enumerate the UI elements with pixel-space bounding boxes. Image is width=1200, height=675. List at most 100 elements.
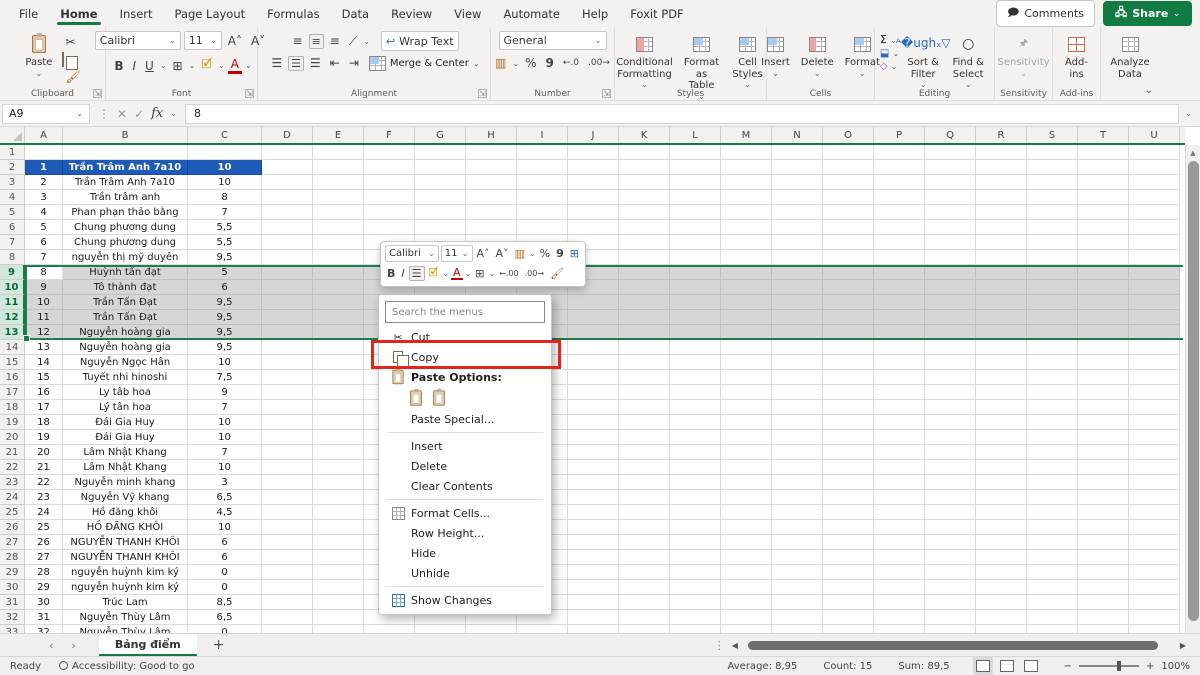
cell-E32[interactable] xyxy=(313,610,364,625)
menu-item-hide[interactable]: Hide xyxy=(381,543,549,563)
cell-A1[interactable] xyxy=(25,145,63,160)
decrease-indent-button[interactable]: ⇤ xyxy=(327,55,343,71)
cell-L28[interactable] xyxy=(670,550,721,565)
cell-H3[interactable] xyxy=(466,175,517,190)
cell-R19[interactable] xyxy=(976,415,1027,430)
cell-C13[interactable]: 9,5 xyxy=(188,325,262,340)
cell-G5[interactable] xyxy=(415,205,466,220)
cell-I3[interactable] xyxy=(517,175,568,190)
cell-Q15[interactable] xyxy=(925,355,976,370)
menu-item-clear-contents[interactable]: Clear Contents xyxy=(381,476,549,496)
zoom-slider[interactable] xyxy=(1079,665,1139,667)
cell-N22[interactable] xyxy=(772,460,823,475)
cell-T1[interactable] xyxy=(1078,145,1129,160)
cell-U14[interactable] xyxy=(1129,340,1180,355)
cell-E12[interactable] xyxy=(313,310,364,325)
cell-C8[interactable]: 9,5 xyxy=(188,250,262,265)
increase-indent-button[interactable]: ⇥ xyxy=(346,55,362,71)
cell-K13[interactable] xyxy=(619,325,670,340)
row-header-9[interactable]: 9 xyxy=(0,265,25,280)
cell-U8[interactable] xyxy=(1129,250,1180,265)
cell-C4[interactable]: 8 xyxy=(188,190,262,205)
column-header-O[interactable]: O xyxy=(823,127,874,143)
cell-H5[interactable] xyxy=(466,205,517,220)
cell-P30[interactable] xyxy=(874,580,925,595)
cell-N6[interactable] xyxy=(772,220,823,235)
cell-U18[interactable] xyxy=(1129,400,1180,415)
cell-D24[interactable] xyxy=(262,490,313,505)
cell-K3[interactable] xyxy=(619,175,670,190)
cell-D19[interactable] xyxy=(262,415,313,430)
cell-T17[interactable] xyxy=(1078,385,1129,400)
row-header-22[interactable]: 22 xyxy=(0,460,25,475)
cell-U13[interactable] xyxy=(1129,325,1180,340)
tab-foxit-pdf[interactable]: Foxit PDF xyxy=(619,2,694,26)
cell-M25[interactable] xyxy=(721,505,772,520)
mini-fill-color-button[interactable]: 🗹 xyxy=(427,264,441,283)
cell-P26[interactable] xyxy=(874,520,925,535)
cell-T27[interactable] xyxy=(1078,535,1129,550)
clear-button[interactable]: ◇ ⌄ xyxy=(880,61,899,72)
column-header-D[interactable]: D xyxy=(262,127,313,143)
cell-S22[interactable] xyxy=(1027,460,1078,475)
cell-S11[interactable] xyxy=(1027,295,1078,310)
orientation-button[interactable]: ⟋ xyxy=(346,33,360,50)
cell-T7[interactable] xyxy=(1078,235,1129,250)
cell-O30[interactable] xyxy=(823,580,874,595)
cell-A27[interactable]: 26 xyxy=(25,535,63,550)
cell-C2[interactable]: 10 xyxy=(188,160,262,175)
row-header-21[interactable]: 21 xyxy=(0,445,25,460)
cell-C31[interactable]: 8,5 xyxy=(188,595,262,610)
cell-Q12[interactable] xyxy=(925,310,976,325)
cell-M27[interactable] xyxy=(721,535,772,550)
cell-T3[interactable] xyxy=(1078,175,1129,190)
mini-decrease-font-button[interactable]: A˅ xyxy=(494,247,511,260)
cell-N32[interactable] xyxy=(772,610,823,625)
cell-C15[interactable]: 10 xyxy=(188,355,262,370)
cell-P13[interactable] xyxy=(874,325,925,340)
cell-F2[interactable] xyxy=(364,160,415,175)
cell-C5[interactable]: 7 xyxy=(188,205,262,220)
tab-file[interactable]: File xyxy=(8,2,49,26)
cell-E9[interactable] xyxy=(313,265,364,280)
cell-U15[interactable] xyxy=(1129,355,1180,370)
number-dialog-launcher[interactable]: ⇲ xyxy=(602,89,611,98)
cell-P19[interactable] xyxy=(874,415,925,430)
cell-L30[interactable] xyxy=(670,580,721,595)
cell-D14[interactable] xyxy=(262,340,313,355)
row-header-1[interactable]: 1 xyxy=(0,145,25,160)
cell-K26[interactable] xyxy=(619,520,670,535)
cell-Q6[interactable] xyxy=(925,220,976,235)
cell-K32[interactable] xyxy=(619,610,670,625)
cell-I6[interactable] xyxy=(517,220,568,235)
cell-S3[interactable] xyxy=(1027,175,1078,190)
next-sheet-icon[interactable]: › xyxy=(62,639,84,652)
cell-E31[interactable] xyxy=(313,595,364,610)
cell-D18[interactable] xyxy=(262,400,313,415)
row-header-4[interactable]: 4 xyxy=(0,190,25,205)
cell-D26[interactable] xyxy=(262,520,313,535)
cell-U10[interactable] xyxy=(1129,280,1180,295)
row-header-3[interactable]: 3 xyxy=(0,175,25,190)
cell-O29[interactable] xyxy=(823,565,874,580)
cell-P28[interactable] xyxy=(874,550,925,565)
cell-A20[interactable]: 19 xyxy=(25,430,63,445)
cell-J33[interactable] xyxy=(568,625,619,633)
cell-Q28[interactable] xyxy=(925,550,976,565)
cell-N20[interactable] xyxy=(772,430,823,445)
row-header-29[interactable]: 29 xyxy=(0,565,25,580)
cell-P20[interactable] xyxy=(874,430,925,445)
cell-P29[interactable] xyxy=(874,565,925,580)
cell-H2[interactable] xyxy=(466,160,517,175)
cell-J11[interactable] xyxy=(568,295,619,310)
cell-H4[interactable] xyxy=(466,190,517,205)
column-header-J[interactable]: J xyxy=(568,127,619,143)
cell-P11[interactable] xyxy=(874,295,925,310)
cell-R12[interactable] xyxy=(976,310,1027,325)
cell-B30[interactable]: nguyễn huỳnh kim ký xyxy=(63,580,188,595)
comma-style-button[interactable]: 9 xyxy=(543,55,557,71)
cell-N28[interactable] xyxy=(772,550,823,565)
cell-S5[interactable] xyxy=(1027,205,1078,220)
cell-H1[interactable] xyxy=(466,145,517,160)
cell-P8[interactable] xyxy=(874,250,925,265)
